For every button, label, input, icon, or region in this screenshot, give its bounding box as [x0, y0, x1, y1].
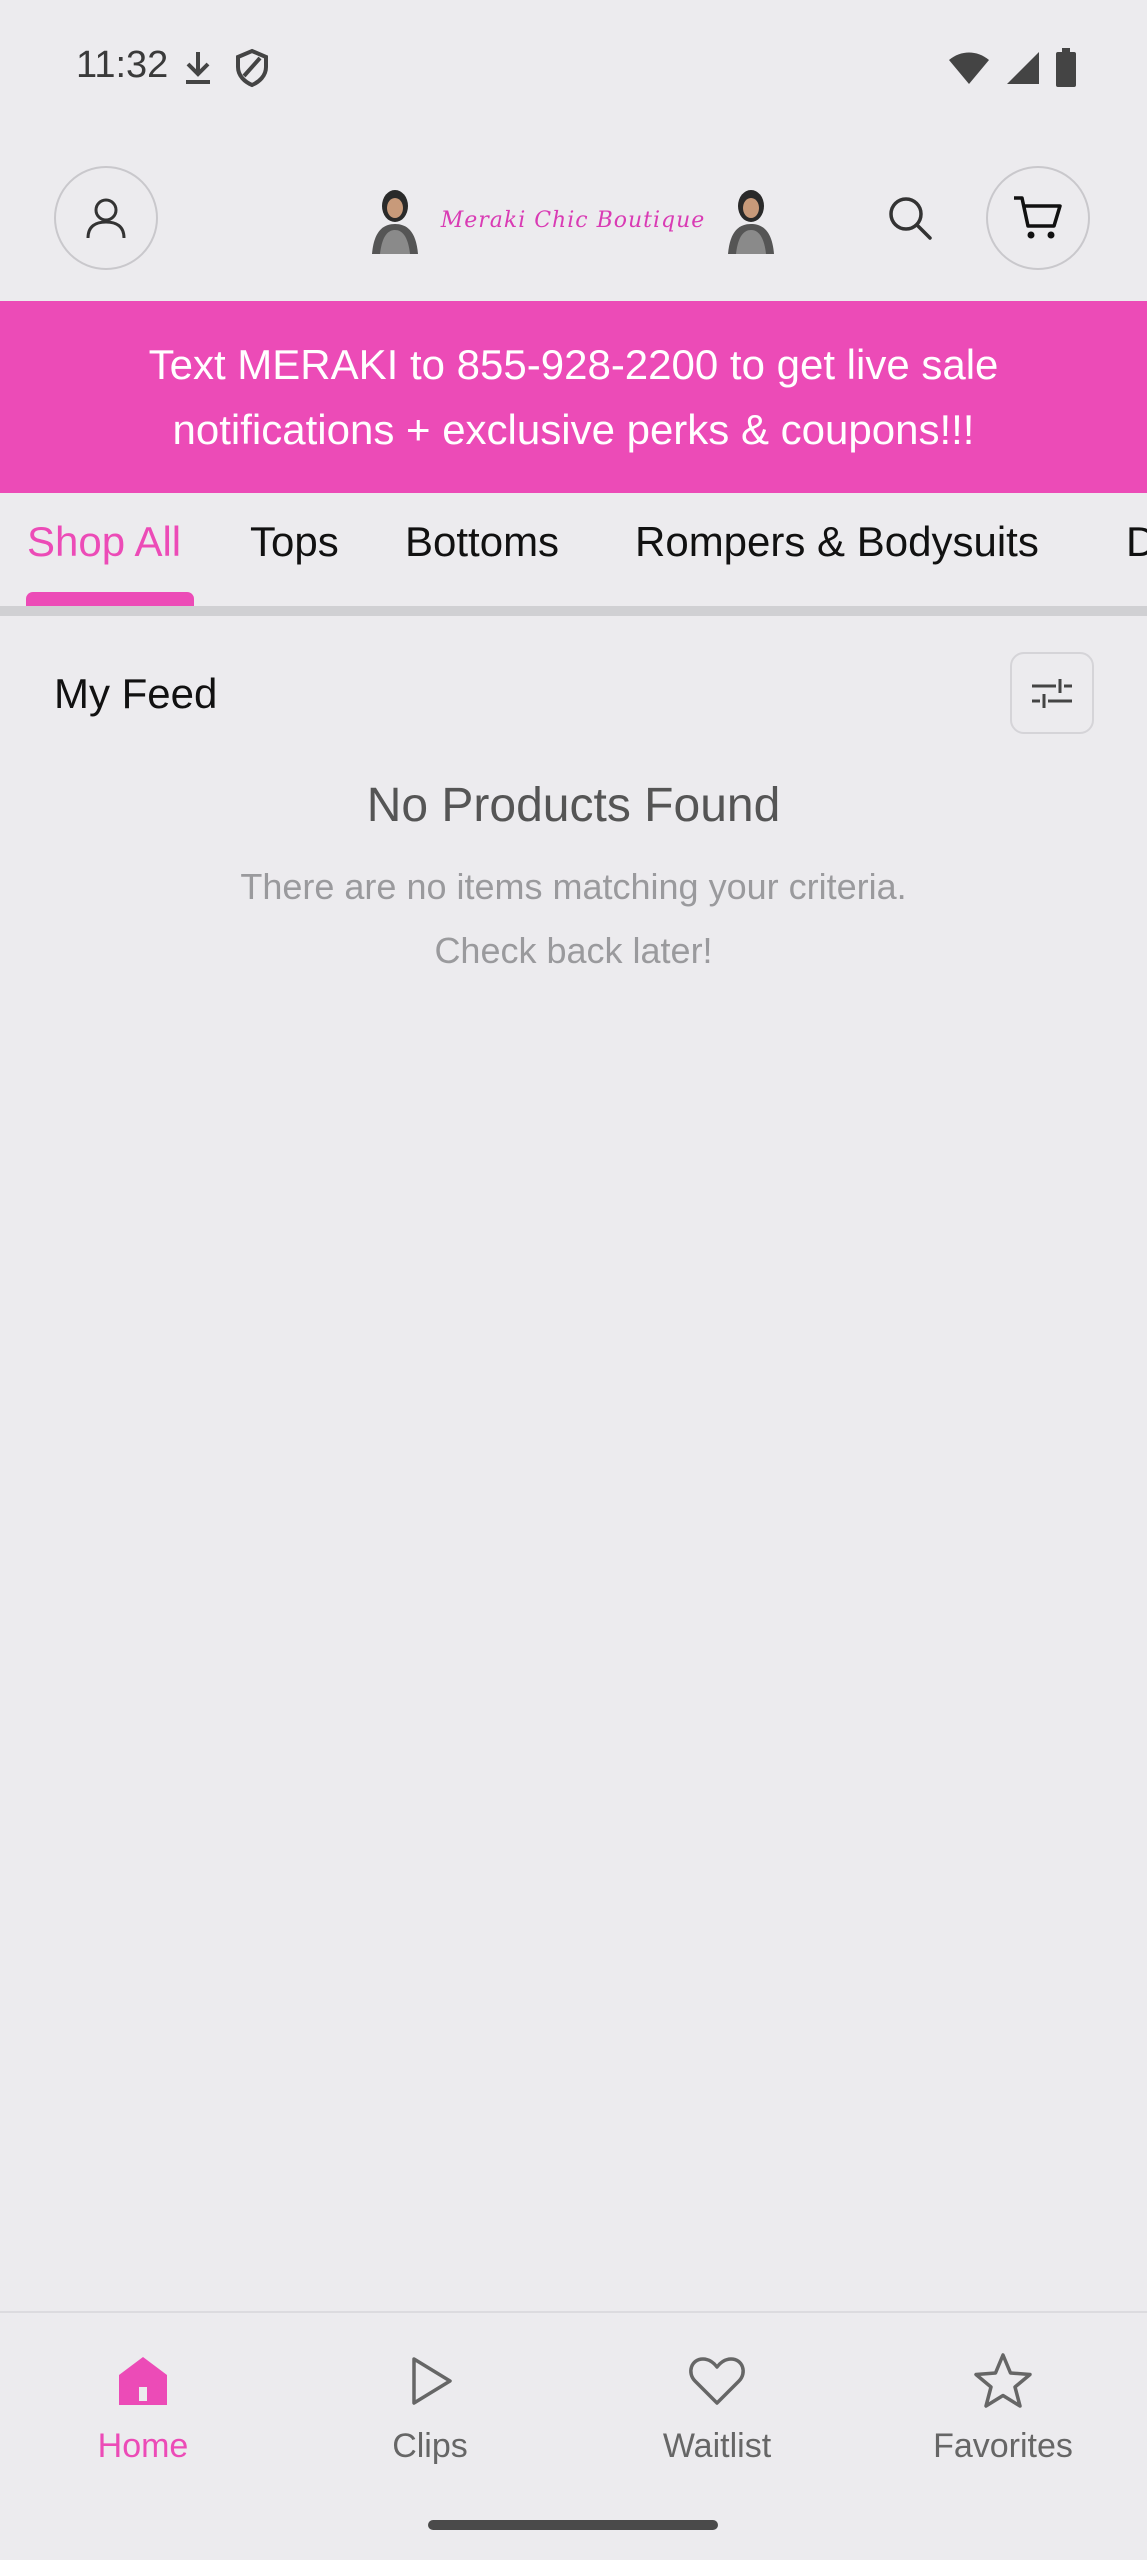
nav-home-label: Home [97, 2427, 189, 2465]
tab-shop-all[interactable]: Shop All [27, 518, 181, 566]
nav-home[interactable]: Home [43, 2349, 243, 2466]
tab-tops[interactable]: Tops [250, 518, 339, 566]
nav-clips-label: Clips [392, 2427, 468, 2465]
empty-state-line-1: There are no items matching your criteri… [240, 866, 907, 907]
app-header: Meraki Chic Boutique [0, 150, 1147, 300]
nav-waitlist[interactable]: Waitlist [617, 2349, 817, 2466]
nav-favorites-label: Favorites [933, 2427, 1073, 2465]
active-tab-indicator [26, 592, 194, 606]
empty-state-message: There are no items matching your criteri… [0, 855, 1147, 983]
tab-bottoms[interactable]: Bottoms [405, 518, 559, 566]
wifi-icon [949, 52, 989, 84]
boutique-logo[interactable]: Meraki Chic Boutique [366, 180, 780, 260]
empty-state-line-2: Check back later! [434, 930, 713, 971]
status-time: 11:32 [76, 44, 169, 86]
tab-partial[interactable]: D [1126, 518, 1147, 566]
sliders-icon [1032, 679, 1072, 708]
gesture-home-indicator[interactable] [428, 2520, 718, 2530]
star-icon [974, 2353, 1032, 2408]
logo-figure-right [728, 190, 774, 254]
cart-icon [1014, 196, 1062, 239]
empty-state-title: No Products Found [366, 779, 781, 832]
download-icon [186, 52, 210, 84]
feed-title: My Feed [54, 670, 218, 717]
nav-favorites[interactable]: Favorites [903, 2349, 1103, 2466]
home-icon [119, 2357, 167, 2405]
search-icon [889, 197, 932, 240]
category-tabs: Shop All Tops Bottoms Rompers & Bodysuit… [0, 494, 1147, 608]
promo-text: Text MERAKI to 855-928-2200 to get live … [148, 341, 999, 453]
account-button[interactable] [54, 166, 158, 270]
status-right-icons [947, 48, 1077, 88]
cart-button[interactable] [986, 166, 1090, 270]
logo-text: Meraki Chic Boutique [440, 207, 706, 233]
nav-waitlist-label: Waitlist [662, 2427, 772, 2465]
promo-banner[interactable]: Text MERAKI to 855-928-2200 to get live … [0, 301, 1147, 493]
tabs-divider [0, 606, 1147, 616]
battery-icon [1056, 48, 1076, 87]
status-left-icons [180, 48, 270, 88]
nav-clips[interactable]: Clips [330, 2349, 530, 2466]
tab-rompers-bodysuits[interactable]: Rompers & Bodysuits [635, 518, 1039, 566]
play-icon [412, 2357, 452, 2405]
shield-icon [236, 48, 268, 88]
filter-button[interactable] [1010, 652, 1094, 734]
logo-figure-left [372, 190, 418, 254]
account-icon [86, 198, 126, 239]
heart-icon [689, 2357, 745, 2405]
search-button[interactable] [880, 188, 940, 248]
status-bar: 11:32 [0, 0, 1147, 140]
signal-icon [1007, 52, 1039, 84]
